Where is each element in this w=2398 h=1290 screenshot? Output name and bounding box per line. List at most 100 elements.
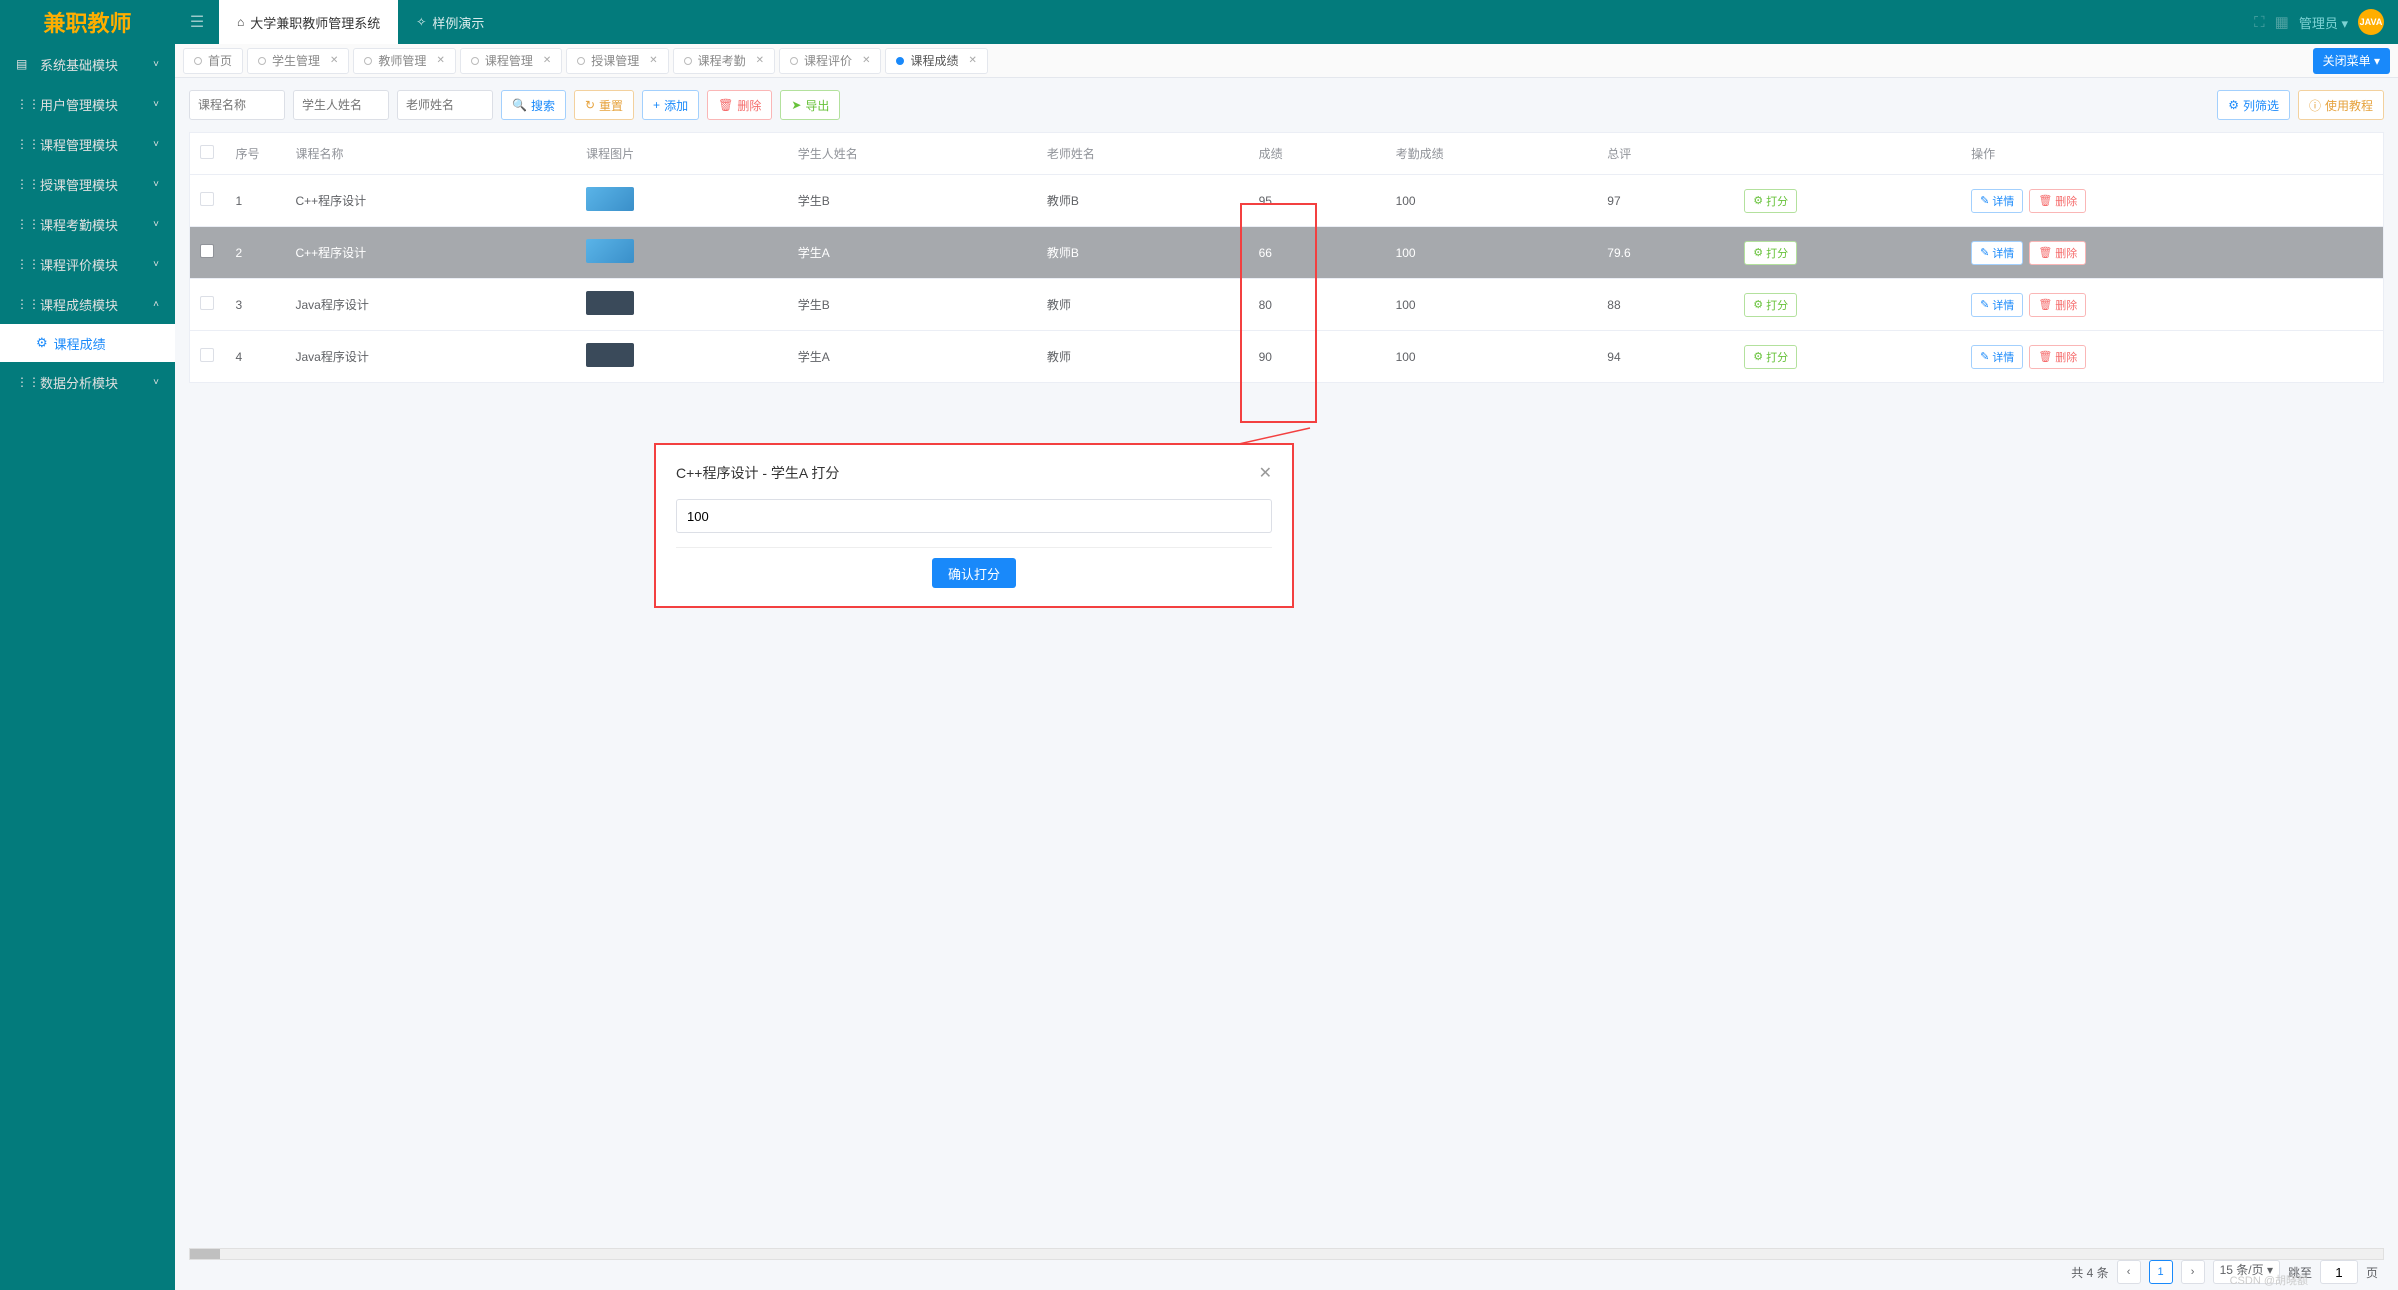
page-tab[interactable]: 学生管理✕	[247, 48, 349, 74]
page-tab[interactable]: 首页	[183, 48, 243, 74]
row-delete-button[interactable]: 🗑删除	[2029, 241, 2086, 265]
close-icon[interactable]: ✕	[543, 55, 551, 66]
sidebar-item[interactable]: ⋮⋮课程成绩模块˄	[0, 284, 175, 324]
sidebar-item-label: 用户管理模块	[40, 95, 118, 114]
sidebar: 兼职教师 ▤系统基础模块˅⋮⋮用户管理模块˅⋮⋮课程管理模块˅⋮⋮授课管理模块˅…	[0, 0, 175, 1290]
prev-page-button[interactable]: ‹	[2117, 1260, 2141, 1284]
grade-button[interactable]: ⚙打分	[1744, 345, 1797, 369]
student-filter-input[interactable]	[293, 90, 389, 120]
table-row[interactable]: 3 Java程序设计 学生B 教师 80 100 88 ⚙打分 ✎详情 🗑删除	[190, 279, 2384, 331]
cell-score: 80	[1249, 279, 1386, 331]
cell-teacher: 教师B	[1037, 175, 1249, 227]
sidebar-item[interactable]: ⋮⋮课程考勤模块˅	[0, 204, 175, 244]
sidebar-item[interactable]: ▤系统基础模块˅	[0, 44, 175, 84]
grade-button[interactable]: ⚙打分	[1744, 241, 1797, 265]
fullscreen-icon[interactable]: ⛶	[2254, 14, 2265, 31]
detail-button[interactable]: ✎详情	[1971, 189, 2023, 213]
table-row[interactable]: 4 Java程序设计 学生A 教师 90 100 94 ⚙打分 ✎详情 🗑删除	[190, 331, 2384, 383]
search-button[interactable]: 🔍搜索	[501, 90, 566, 120]
table-row[interactable]: 1 C++程序设计 学生B 教师B 95 100 97 ⚙打分 ✎详情 🗑删除	[190, 175, 2384, 227]
tutorial-button[interactable]: ⓘ使用教程	[2298, 90, 2384, 120]
add-button[interactable]: +添加	[642, 90, 699, 120]
top-tab[interactable]: ⌂大学兼职教师管理系统	[219, 0, 398, 44]
sidebar-subitem[interactable]: ⚙ 课程成绩	[0, 324, 175, 362]
grade-button[interactable]: ⚙打分	[1744, 189, 1797, 213]
sidebar-item[interactable]: ⋮⋮课程评价模块˅	[0, 244, 175, 284]
column-header: 总评	[1597, 133, 1734, 175]
cell-teacher: 教师	[1037, 331, 1249, 383]
trash-icon: 🗑	[2038, 246, 2052, 259]
user-name[interactable]: 管理员 ▾	[2299, 13, 2348, 32]
next-page-button[interactable]: ›	[2181, 1260, 2205, 1284]
grade-input[interactable]	[676, 499, 1272, 533]
top-tab[interactable]: ✧样例演示	[398, 0, 502, 44]
chevron-down-icon: ˅	[153, 99, 159, 110]
refresh-icon: ↻	[585, 98, 595, 112]
close-icon[interactable]: ✕	[862, 55, 870, 66]
close-icon[interactable]: ✕	[1259, 463, 1272, 483]
sidebar-item[interactable]: ⋮⋮ 用户管理模块 ˅	[0, 84, 175, 124]
column-filter-button[interactable]: ⚙列筛选	[2217, 90, 2290, 120]
page-tab[interactable]: 教师管理✕	[353, 48, 455, 74]
export-button[interactable]: ➤导出	[780, 90, 840, 120]
edit-icon: ✎	[1980, 194, 1989, 207]
grades-table: 序号课程名称课程图片学生人姓名老师姓名成绩考勤成绩总评操作 1 C++程序设计 …	[189, 132, 2384, 383]
notification-icon[interactable]: ▦	[2275, 13, 2289, 31]
detail-button[interactable]: ✎详情	[1971, 345, 2023, 369]
pagination: 共 4 条 ‹ 1 › 15 条/页 ▾ 跳至 页	[2071, 1260, 2378, 1284]
cell-attendance: 100	[1386, 175, 1598, 227]
close-icon[interactable]: ✕	[968, 55, 976, 66]
gear-icon: ⚙	[36, 335, 48, 351]
grade-button[interactable]: ⚙打分	[1744, 293, 1797, 317]
chevron-down-icon: ˅	[153, 377, 159, 388]
course-filter-input[interactable]	[189, 90, 285, 120]
page-tab[interactable]: 课程成绩✕	[885, 48, 987, 74]
cell-seq: 3	[226, 279, 286, 331]
row-delete-button[interactable]: 🗑删除	[2029, 293, 2086, 317]
close-menu-button[interactable]: 关闭菜单 ▾	[2313, 48, 2390, 74]
sidebar-item[interactable]: ⋮⋮数据分析模块˅	[0, 362, 175, 402]
close-icon[interactable]: ✕	[436, 55, 444, 66]
row-delete-button[interactable]: 🗑删除	[2029, 345, 2086, 369]
sidebar-item-label: 课程评价模块	[40, 255, 118, 274]
row-checkbox[interactable]	[200, 244, 214, 258]
chevron-down-icon: ˅	[153, 59, 159, 70]
hamburger-icon[interactable]: ☰	[175, 0, 219, 44]
sidebar-item[interactable]: ⋮⋮课程管理模块˅	[0, 124, 175, 164]
page-tab[interactable]: 课程评价✕	[779, 48, 881, 74]
detail-button[interactable]: ✎详情	[1971, 293, 2023, 317]
tab-dot-icon	[790, 57, 798, 65]
row-delete-button[interactable]: 🗑删除	[2029, 189, 2086, 213]
page-number[interactable]: 1	[2149, 1260, 2173, 1284]
sidebar-item[interactable]: ⋮⋮授课管理模块˅	[0, 164, 175, 204]
sidebar-item-label: 授课管理模块	[40, 175, 118, 194]
cell-score: 90	[1249, 331, 1386, 383]
horizontal-scrollbar[interactable]	[189, 1248, 2384, 1260]
tab-dot-icon	[194, 57, 202, 65]
sidebar-menu: ▤系统基础模块˅ ⋮⋮ 用户管理模块 ˅ ⋮⋮课程管理模块˅⋮⋮授课管理模块˅⋮⋮课程考…	[0, 44, 175, 1290]
teacher-filter-input[interactable]	[397, 90, 493, 120]
cell-student: 学生B	[788, 279, 1037, 331]
page-tab[interactable]: 授课管理✕	[566, 48, 668, 74]
reset-button[interactable]: ↻重置	[574, 90, 634, 120]
avatar[interactable]: JAVA	[2358, 9, 2384, 35]
top-tab-label: 样例演示	[432, 13, 484, 32]
page-tab[interactable]: 课程管理✕	[460, 48, 562, 74]
close-icon[interactable]: ✕	[649, 55, 657, 66]
close-icon[interactable]: ✕	[330, 55, 338, 66]
jump-page-input[interactable]	[2320, 1260, 2358, 1284]
row-checkbox[interactable]	[200, 192, 214, 206]
page-tab[interactable]: 课程考勤✕	[673, 48, 775, 74]
select-all-checkbox[interactable]	[200, 145, 214, 159]
course-thumbnail	[586, 239, 634, 263]
close-icon[interactable]: ✕	[756, 55, 764, 66]
sidebar-subitem-label: 课程成绩	[54, 334, 106, 353]
confirm-grade-button[interactable]: 确认打分	[932, 558, 1016, 588]
edit-icon: ✎	[1980, 350, 1989, 363]
detail-button[interactable]: ✎详情	[1971, 241, 2023, 265]
menu-icon: ⋮⋮	[16, 97, 32, 111]
row-checkbox[interactable]	[200, 348, 214, 362]
table-row[interactable]: 2 C++程序设计 学生A 教师B 66 100 79.6 ⚙打分 ✎详情 🗑删…	[190, 227, 2384, 279]
delete-button[interactable]: 🗑删除	[707, 90, 772, 120]
row-checkbox[interactable]	[200, 296, 214, 310]
